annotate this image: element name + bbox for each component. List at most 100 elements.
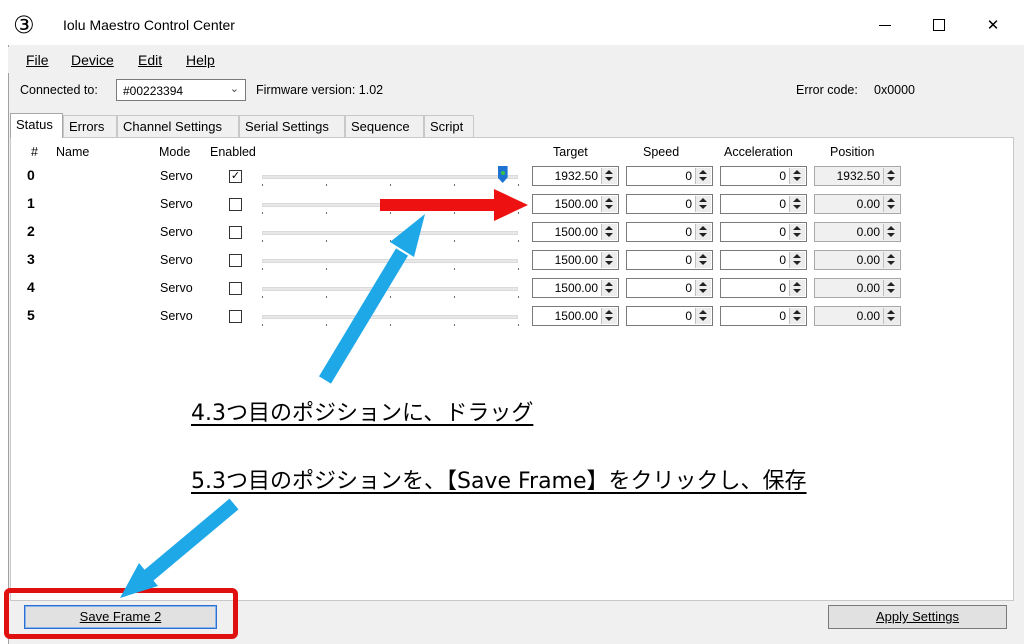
spin-up-icon[interactable] (605, 170, 613, 174)
spin-up-icon[interactable] (887, 254, 895, 258)
spin-down-icon[interactable] (605, 233, 613, 237)
spin-down-icon[interactable] (793, 233, 801, 237)
spin-down-icon[interactable] (699, 261, 707, 265)
target-spinbox[interactable]: 1500.00 (532, 222, 619, 242)
target-spinbox[interactable]: 1500.00 (532, 278, 619, 298)
spin-arrows-icon[interactable] (789, 280, 805, 296)
channel-enabled-checkbox[interactable] (229, 198, 242, 211)
channel-enabled-checkbox[interactable] (229, 310, 242, 323)
speed-spinbox[interactable]: 0 (626, 306, 713, 326)
spin-up-icon[interactable] (887, 226, 895, 230)
menu-edit[interactable]: Edit (138, 52, 162, 68)
spin-arrows-icon[interactable] (601, 252, 617, 268)
spin-arrows-icon[interactable] (695, 168, 711, 184)
spin-up-icon[interactable] (887, 198, 895, 202)
spin-up-icon[interactable] (699, 310, 707, 314)
spin-arrows-icon[interactable] (695, 252, 711, 268)
spin-down-icon[interactable] (605, 177, 613, 181)
spin-down-icon[interactable] (699, 177, 707, 181)
spin-down-icon[interactable] (793, 177, 801, 181)
spin-arrows-icon[interactable] (883, 168, 899, 184)
spin-arrows-icon[interactable] (789, 196, 805, 212)
target-spinbox[interactable]: 1932.50 (532, 166, 619, 186)
spin-arrows-icon[interactable] (601, 168, 617, 184)
channel-enabled-checkbox[interactable]: ✓ (229, 170, 242, 183)
speed-spinbox[interactable]: 0 (626, 166, 713, 186)
spin-up-icon[interactable] (605, 198, 613, 202)
speed-spinbox[interactable]: 0 (626, 278, 713, 298)
tab-status[interactable]: Status (10, 113, 63, 138)
spin-arrows-icon[interactable] (883, 224, 899, 240)
spin-up-icon[interactable] (605, 282, 613, 286)
spin-down-icon[interactable] (699, 205, 707, 209)
spin-arrows-icon[interactable] (789, 224, 805, 240)
spin-down-icon[interactable] (793, 289, 801, 293)
spin-down-icon[interactable] (887, 177, 895, 181)
acceleration-spinbox[interactable]: 0 (720, 278, 807, 298)
spin-up-icon[interactable] (699, 198, 707, 202)
speed-spinbox[interactable]: 0 (626, 222, 713, 242)
spin-down-icon[interactable] (887, 289, 895, 293)
spin-down-icon[interactable] (699, 233, 707, 237)
menu-device[interactable]: Device (71, 52, 114, 68)
speed-spinbox[interactable]: 0 (626, 194, 713, 214)
target-spinbox[interactable]: 1500.00 (532, 194, 619, 214)
close-button[interactable]: ✕ (970, 8, 1016, 42)
channel-target-slider[interactable] (262, 315, 518, 319)
spin-up-icon[interactable] (793, 226, 801, 230)
spin-arrows-icon[interactable] (883, 252, 899, 268)
spin-down-icon[interactable] (605, 261, 613, 265)
spin-down-icon[interactable] (605, 205, 613, 209)
tab-channel-settings[interactable]: Channel Settings (117, 115, 239, 137)
acceleration-spinbox[interactable]: 0 (720, 194, 807, 214)
spin-up-icon[interactable] (793, 198, 801, 202)
spin-down-icon[interactable] (793, 261, 801, 265)
spin-arrows-icon[interactable] (601, 224, 617, 240)
spin-arrows-icon[interactable] (883, 196, 899, 212)
spin-up-icon[interactable] (699, 282, 707, 286)
acceleration-spinbox[interactable]: 0 (720, 166, 807, 186)
spin-down-icon[interactable] (887, 205, 895, 209)
spin-down-icon[interactable] (887, 261, 895, 265)
spin-down-icon[interactable] (605, 289, 613, 293)
spin-up-icon[interactable] (605, 254, 613, 258)
spin-up-icon[interactable] (699, 170, 707, 174)
spin-up-icon[interactable] (793, 310, 801, 314)
tab-sequence[interactable]: Sequence (345, 115, 424, 137)
maximize-button[interactable] (916, 8, 962, 42)
menu-file[interactable]: File (26, 52, 49, 68)
channel-enabled-checkbox[interactable] (229, 226, 242, 239)
spin-up-icon[interactable] (793, 170, 801, 174)
spin-down-icon[interactable] (699, 317, 707, 321)
spin-arrows-icon[interactable] (883, 280, 899, 296)
tab-serial-settings[interactable]: Serial Settings (239, 115, 345, 137)
spin-arrows-icon[interactable] (695, 308, 711, 324)
minimize-button[interactable] (862, 8, 908, 42)
tab-errors[interactable]: Errors (63, 115, 117, 137)
channel-target-slider[interactable] (262, 231, 518, 235)
spin-up-icon[interactable] (887, 310, 895, 314)
channel-enabled-checkbox[interactable] (229, 254, 242, 267)
channel-enabled-checkbox[interactable] (229, 282, 242, 295)
spin-arrows-icon[interactable] (789, 252, 805, 268)
spin-down-icon[interactable] (887, 317, 895, 321)
device-select[interactable]: #00223394 ⌄ (116, 79, 246, 101)
spin-down-icon[interactable] (605, 317, 613, 321)
channel-target-slider[interactable] (262, 287, 518, 291)
spin-up-icon[interactable] (699, 226, 707, 230)
spin-up-icon[interactable] (605, 310, 613, 314)
spin-down-icon[interactable] (793, 317, 801, 321)
spin-up-icon[interactable] (699, 254, 707, 258)
spin-arrows-icon[interactable] (789, 308, 805, 324)
acceleration-spinbox[interactable]: 0 (720, 222, 807, 242)
spin-up-icon[interactable] (793, 282, 801, 286)
spin-arrows-icon[interactable] (883, 308, 899, 324)
acceleration-spinbox[interactable]: 0 (720, 306, 807, 326)
channel-target-slider[interactable] (262, 175, 518, 179)
spin-up-icon[interactable] (887, 170, 895, 174)
acceleration-spinbox[interactable]: 0 (720, 250, 807, 270)
spin-arrows-icon[interactable] (695, 196, 711, 212)
spin-down-icon[interactable] (793, 205, 801, 209)
tab-script[interactable]: Script (424, 115, 474, 137)
spin-arrows-icon[interactable] (601, 280, 617, 296)
